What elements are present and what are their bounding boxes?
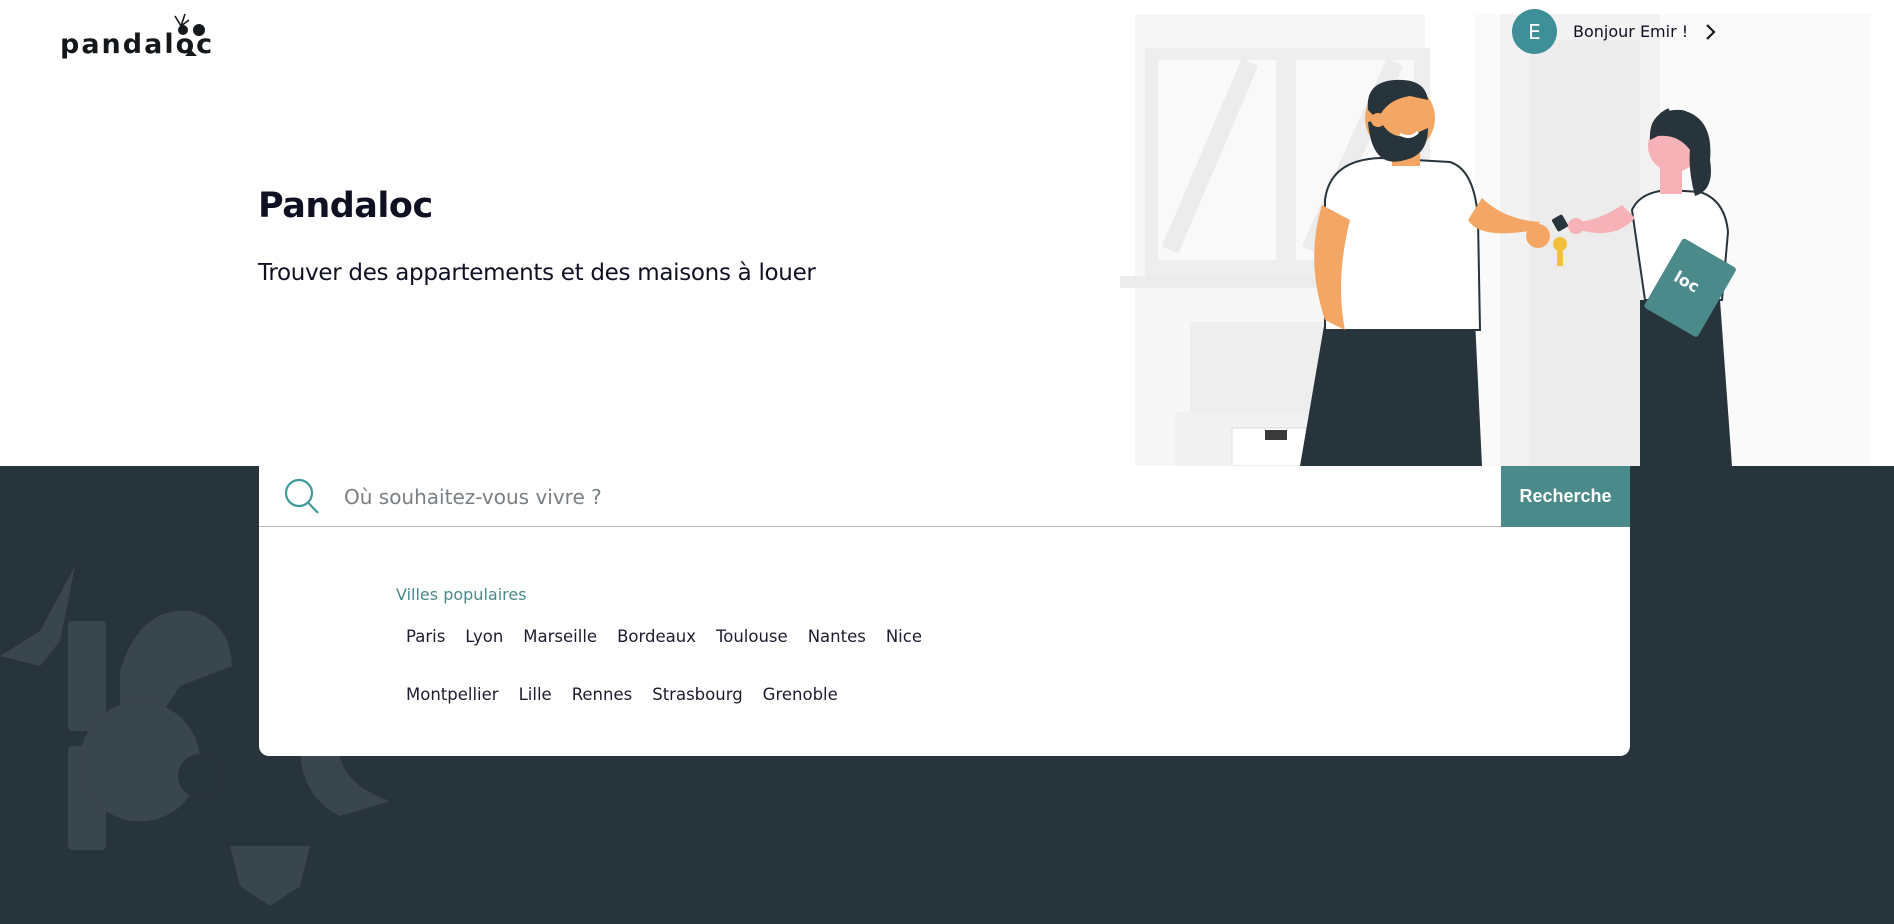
city-link[interactable]: Nantes — [798, 626, 876, 648]
panda-logo-icon — [174, 13, 205, 56]
popular-cities-label: Villes populaires — [396, 585, 527, 604]
page-title: Pandaloc — [258, 186, 433, 226]
city-link[interactable]: Toulouse — [706, 626, 798, 648]
user-menu[interactable]: E Bonjour Emir ! — [1512, 9, 1722, 54]
search-bar: Recherche — [259, 466, 1630, 527]
search-panel: Recherche Villes populaires Paris Lyon M… — [259, 466, 1630, 756]
greeting-text: Bonjour Emir ! — [1573, 22, 1689, 41]
city-link[interactable]: Strasbourg — [642, 684, 752, 706]
popular-cities-list: Paris Lyon Marseille Bordeaux Toulouse N… — [396, 626, 956, 706]
avatar: E — [1512, 9, 1557, 54]
search-button[interactable]: Recherche — [1501, 466, 1630, 527]
page-subtitle: Trouver des appartements et des maisons … — [258, 260, 816, 286]
hero-illustration: loc — [1120, 14, 1870, 466]
search-icon — [283, 477, 321, 517]
city-link[interactable]: Lyon — [455, 626, 513, 648]
city-link[interactable]: Paris — [396, 626, 455, 648]
search-input[interactable] — [344, 478, 1394, 516]
brand-logo[interactable]: pandaloc — [60, 10, 214, 58]
city-link[interactable]: Rennes — [562, 684, 643, 706]
chevron-right-icon — [1700, 21, 1722, 43]
city-link[interactable]: Nice — [876, 626, 932, 648]
city-link[interactable]: Grenoble — [753, 684, 848, 706]
city-link[interactable]: Montpellier — [396, 684, 509, 706]
hero-section: pandaloc Pandaloc Trouver des appartemen… — [0, 0, 1894, 466]
city-link[interactable]: Bordeaux — [607, 626, 706, 648]
city-link[interactable]: Lille — [509, 684, 562, 706]
city-link[interactable]: Marseille — [513, 626, 607, 648]
